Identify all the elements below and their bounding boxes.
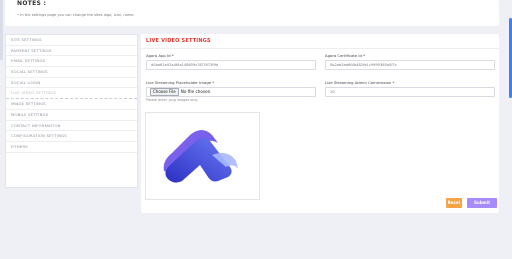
agora-app-id-label: Agora App Id * [146,53,174,58]
file-status-text: No file chosen [180,89,211,94]
admin-commission-input[interactable]: 10 [325,87,495,97]
notes-card: NOTES : • In the settings page you can c… [5,0,499,26]
sidebar-item-payment-settings[interactable]: PAYMENT SETTINGS [6,46,137,57]
sidebar-item-social-settings[interactable]: SOCIAL SETTINGS [6,67,137,78]
sidebar-item-email-settings[interactable]: EMAIL SETTINGS [6,56,137,68]
sidebar-item-configuration-settings[interactable]: CONFIGURATION SETTINGS [6,131,137,142]
app-logo-icon [163,130,238,183]
live-video-settings-panel: LIVE VIDEO SETTINGS Agora App Id * d0ba6… [141,34,499,213]
agora-certificate-id-input[interactable]: 0b2ab5ad6f4b482fe1c9999365a0f7c [325,60,495,70]
left-scroll-accent [0,0,3,60]
panel-title: LIVE VIDEO SETTINGS [146,38,211,44]
notes-title: NOTES : [17,0,47,7]
admin-commission-label: Live Streaming Admin Commission * [325,80,395,85]
sidebar-item-image-settings[interactable]: IMAGE SETTINGS [6,99,137,110]
placeholder-image-preview [145,112,260,200]
sidebar-item-live-video-settings[interactable]: LIVE VIDEO SETTINGS [6,88,137,100]
settings-sidebar: SITE SETTINGS PAYMENT SETTINGS EMAIL SET… [5,34,138,188]
sidebar-item-social-login[interactable]: SOCIAL LOGIN [6,78,137,89]
choose-file-button[interactable]: Choose File [150,88,179,96]
divider [141,48,499,49]
submit-button[interactable]: Submit [467,198,497,208]
sidebar-item-site-settings[interactable]: SITE SETTINGS [6,35,137,46]
placeholder-image-label: Live Streaming Placeholder Image * [146,80,215,85]
reset-button[interactable]: Reset [446,198,462,208]
sidebar-item-others[interactable]: OTHERS [6,142,137,153]
sidebar-item-contact-information[interactable]: CONTACT INFORMATION [6,121,137,132]
agora-certificate-id-label: Agora Certificate Id * [325,53,365,58]
notes-text: • In the settings page you can change th… [17,13,135,17]
placeholder-image-file-input[interactable]: Choose File No file chosen [146,87,316,97]
sidebar-item-mobile-settings[interactable]: MOBILE SETTINGS [6,110,137,121]
image-format-hint: Please enter .png images only. [146,98,198,102]
agora-app-id-input[interactable]: d0ba61e92a4f4a148659c3f27673f9d [146,60,316,70]
